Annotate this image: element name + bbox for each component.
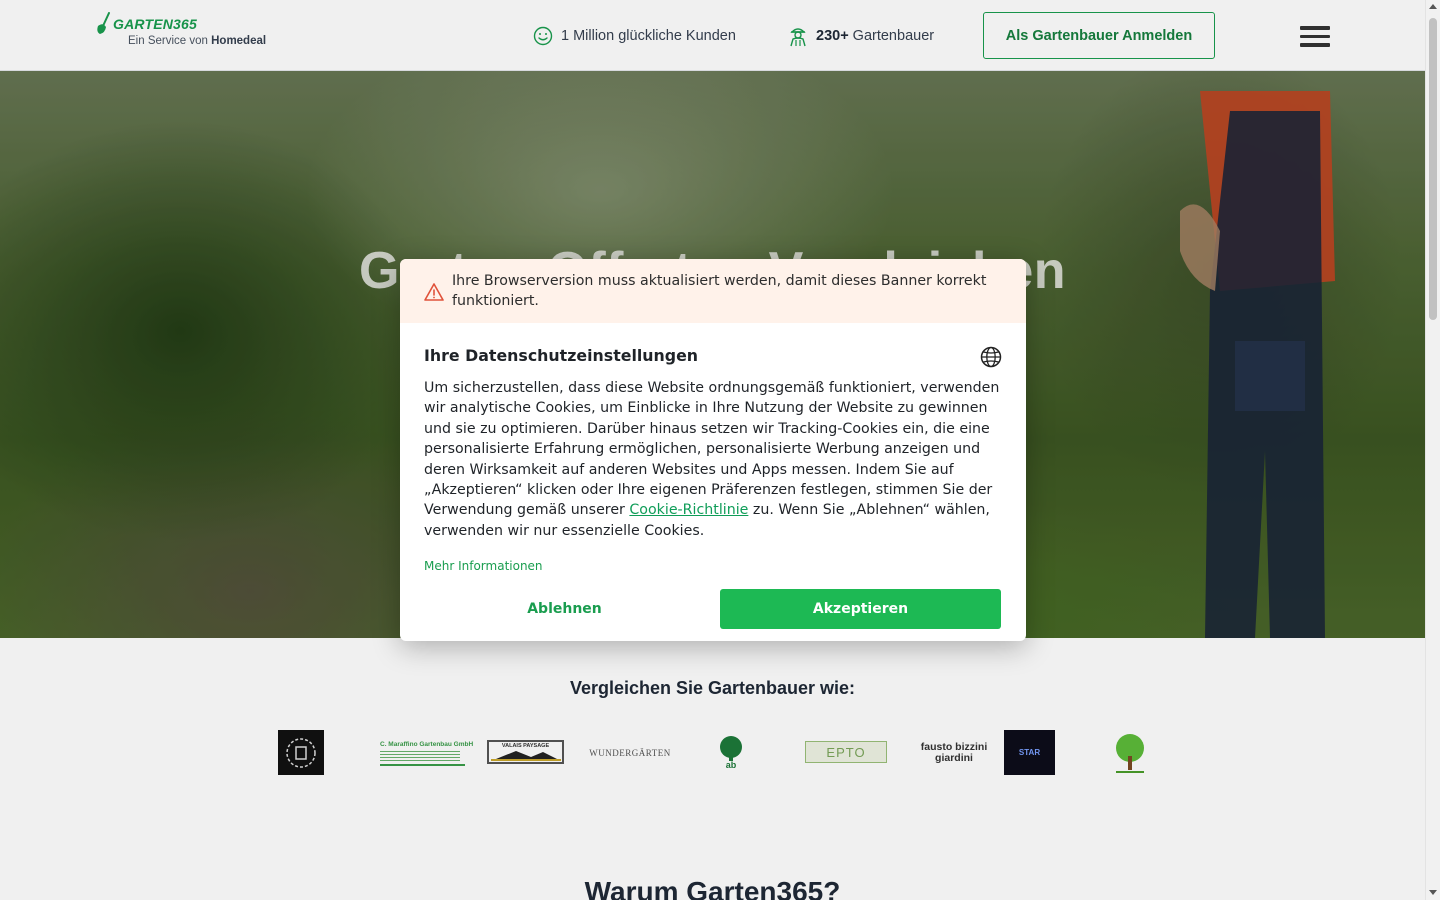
page-scrollbar[interactable] — [1425, 0, 1440, 900]
scroll-thumb[interactable] — [1429, 18, 1437, 320]
reject-cookies-button[interactable]: Ablehnen — [424, 589, 705, 629]
warning-triangle-icon — [424, 283, 444, 301]
cookie-modal-body: Um sicherzustellen, dass diese Website o… — [424, 378, 1004, 541]
more-info-link[interactable]: Mehr Informationen — [424, 559, 543, 573]
globe-language-icon[interactable] — [980, 346, 1002, 368]
cookie-modal-title: Ihre Datenschutzeinstellungen — [424, 346, 699, 365]
scroll-down-arrow-icon[interactable] — [1429, 890, 1437, 895]
browser-warning-bar: Ihre Browserversion muss aktualisiert we… — [400, 259, 1026, 323]
browser-warning-text: Ihre Browserversion muss aktualisiert we… — [452, 273, 987, 309]
cookie-body-text-1: Um sicherzustellen, dass diese Website o… — [424, 380, 1000, 519]
accept-cookies-button[interactable]: Akzeptieren — [720, 589, 1001, 629]
cookie-consent-modal: Ihre Browserversion muss aktualisiert we… — [400, 259, 1026, 641]
cookie-policy-link[interactable]: Cookie-Richtlinie — [629, 502, 748, 518]
scroll-up-arrow-icon[interactable] — [1429, 4, 1437, 9]
